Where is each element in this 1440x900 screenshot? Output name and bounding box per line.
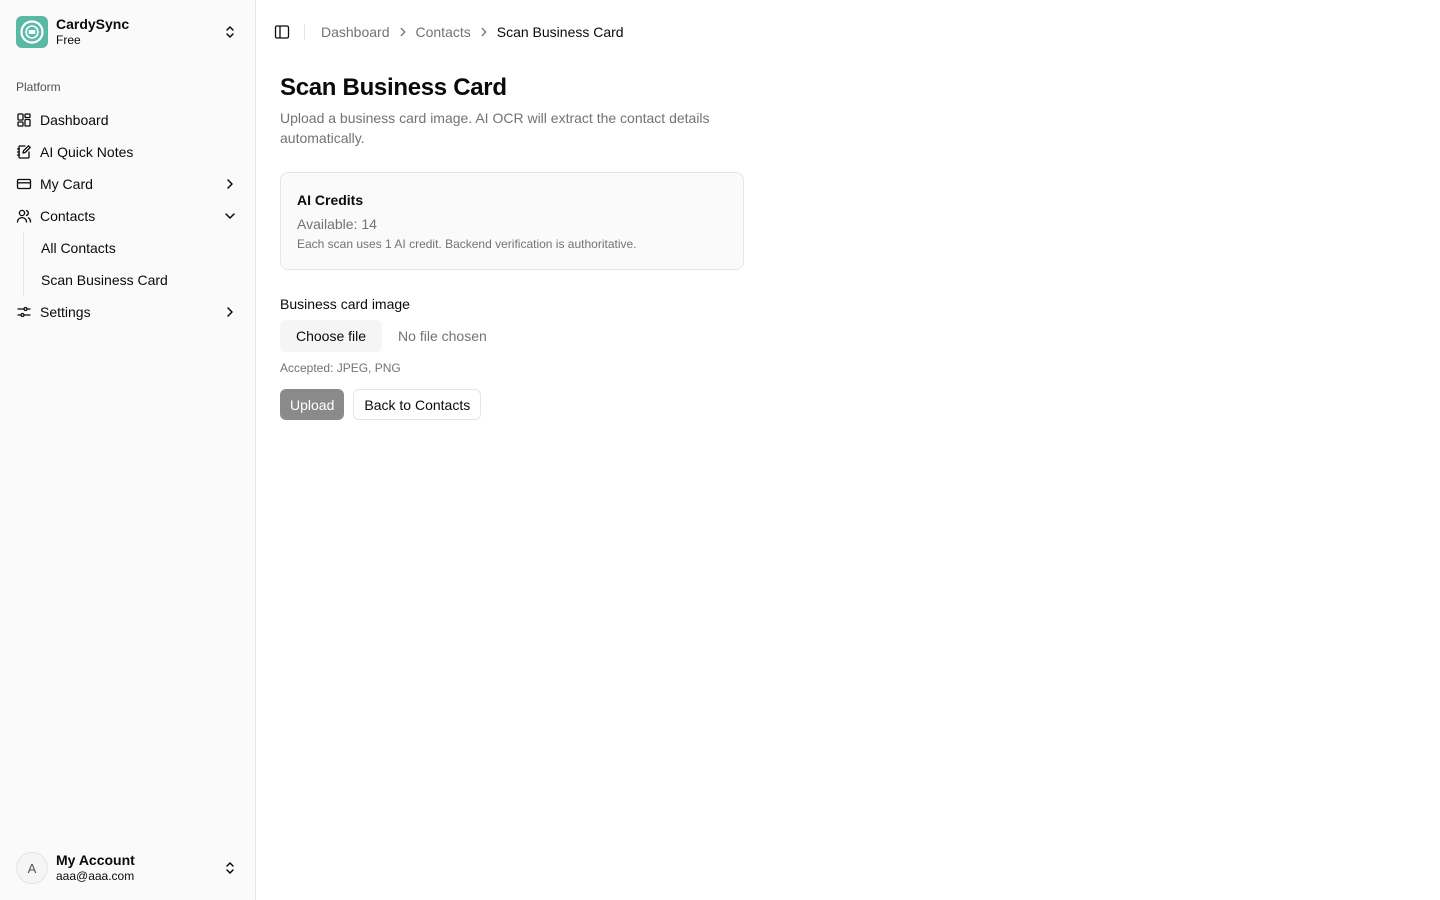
main-content: Scan Business Card Upload a business car…	[280, 72, 744, 420]
file-status: No file chosen	[398, 328, 487, 344]
breadcrumb-dashboard[interactable]: Dashboard	[321, 24, 390, 40]
notebook-pen-icon	[16, 145, 31, 159]
file-input: Choose file No file chosen	[280, 320, 744, 352]
account-email: aaa@aaa.com	[56, 869, 135, 884]
sidebar-item-my-card[interactable]: My Card	[8, 168, 248, 200]
sidebar-group-label: Platform	[16, 80, 61, 94]
sidebar-item-label: Dashboard	[40, 112, 109, 128]
sidebar-toggle-icon[interactable]	[274, 24, 290, 40]
accepted-formats-hint: Accepted: JPEG, PNG	[280, 361, 401, 375]
layout-dashboard-icon	[17, 113, 31, 127]
ai-credits-card: AI Credits Available: 14 Each scan uses …	[280, 172, 744, 270]
choose-file-button[interactable]: Choose file	[280, 320, 383, 352]
page-description: Upload a business card image. AI OCR wil…	[280, 110, 710, 146]
avatar: A	[16, 852, 48, 884]
account-menu[interactable]: A My Account aaa@aaa.com	[8, 844, 248, 892]
sidebar-item-label: Contacts	[40, 208, 96, 224]
sidebar-item-dashboard[interactable]: Dashboard	[8, 104, 248, 136]
credits-title: AI Credits	[297, 192, 364, 208]
chevron-right-icon	[227, 307, 233, 317]
breadcrumb-contacts[interactable]: Contacts	[416, 24, 471, 40]
cardysync-logo	[16, 16, 48, 48]
sidebar-item-ai-quick-notes[interactable]: AI Quick Notes	[8, 136, 248, 168]
page-header: Dashboard Contacts Scan Business Card	[256, 0, 1440, 64]
breadcrumb: Dashboard Contacts Scan Business Card	[321, 24, 624, 40]
sidebar-item-label: My Card	[40, 176, 93, 192]
brand-name: CardySync	[56, 15, 130, 32]
chevrons-up-down-icon	[226, 862, 234, 874]
account-name: My Account	[56, 851, 135, 868]
upload-button[interactable]: Upload	[280, 389, 345, 420]
credits-note: Each scan uses 1 AI credit. Backend veri…	[297, 237, 637, 251]
sidebar-subitem-scan-business-card[interactable]: Scan Business Card	[32, 266, 242, 294]
chevron-right-icon	[481, 27, 487, 37]
breadcrumb-current: Scan Business Card	[496, 24, 624, 40]
team-switcher[interactable]: CardySync Free	[8, 8, 248, 56]
submenu-rail	[23, 232, 24, 296]
sidebar: CardySync Free Platform Dashboard AI Qui…	[0, 0, 256, 900]
business-card-image-label: Business card image	[280, 296, 410, 312]
credit-card-icon	[16, 178, 32, 190]
sidebar-subitem-all-contacts[interactable]: All Contacts	[32, 234, 242, 262]
users-icon	[16, 209, 32, 223]
chevrons-up-down-icon	[226, 26, 234, 38]
chevron-right-icon	[227, 179, 233, 189]
back-to-contacts-button[interactable]: Back to Contacts	[353, 389, 482, 420]
credits-available: Available: 14	[297, 216, 377, 232]
sidebar-item-label: AI Quick Notes	[40, 144, 134, 160]
page-title: Scan Business Card	[280, 74, 507, 101]
chevron-right-icon	[400, 27, 405, 37]
form-actions: Upload Back to Contacts	[280, 389, 744, 420]
sidebar-item-contacts[interactable]: Contacts	[8, 200, 248, 232]
sidebar-item-label: Settings	[40, 304, 91, 320]
header-divider	[304, 24, 305, 40]
chevron-down-icon	[225, 213, 235, 219]
brand-plan: Free	[56, 33, 81, 48]
settings-sliders-icon	[17, 306, 31, 318]
sidebar-item-settings[interactable]: Settings	[8, 296, 248, 328]
